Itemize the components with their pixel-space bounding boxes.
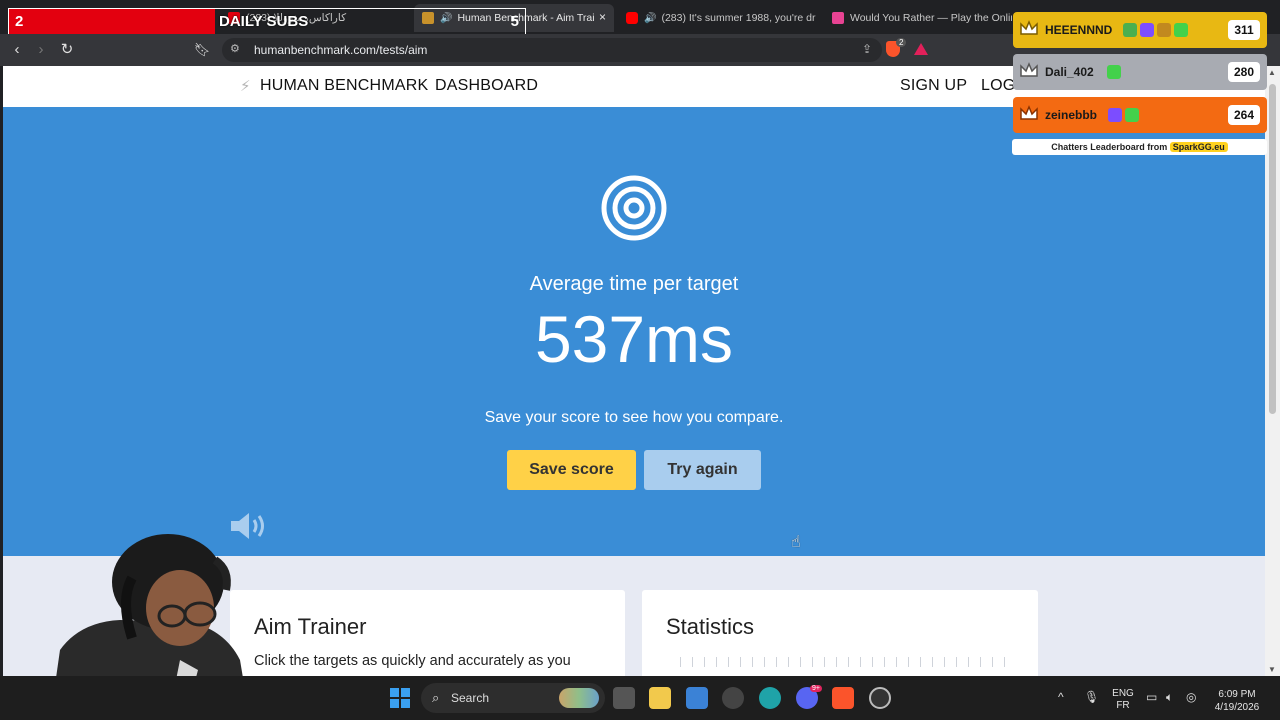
leaderboard-badges xyxy=(1108,108,1139,122)
tab-label: (283) It's summer 1988, you're dr xyxy=(661,12,816,24)
tab-would-you-rather[interactable]: Would You Rather — Play the Online xyxy=(832,4,1012,32)
page-scrollbar[interactable]: ▲ ▼ xyxy=(1265,66,1280,676)
card-title: Statistics xyxy=(666,614,755,639)
clock-date: 4/19/2026 xyxy=(1214,702,1260,713)
subs-goal-count: 5 xyxy=(510,13,519,30)
leaderboard-score: 264 xyxy=(1228,105,1260,125)
clock-time: 6:09 PM xyxy=(1218,689,1256,700)
scrollbar-thumb[interactable] xyxy=(1269,84,1276,414)
language-primary: ENG xyxy=(1112,688,1134,699)
badge-icon xyxy=(1140,23,1154,37)
badge-icon xyxy=(1107,65,1121,79)
volume-icon[interactable]: 🔈︎ xyxy=(1166,690,1173,705)
statistics-card: Statistics xyxy=(642,590,1038,676)
language-secondary: FR xyxy=(1116,700,1130,711)
test-result-panel: Average time per target 537ms Save your … xyxy=(3,107,1265,556)
reload-icon[interactable]: ↻ xyxy=(57,40,77,60)
badge-icon xyxy=(1174,23,1188,37)
crown-icon xyxy=(1020,62,1038,77)
search-highlight-image xyxy=(559,688,599,708)
leaderboard-row: Dali_402 280 xyxy=(1013,54,1267,90)
subs-progress-bar xyxy=(9,9,215,35)
leaderboard-footer: Chatters Leaderboard from SparkGG.eu xyxy=(1012,139,1267,155)
discord-notification-badge: 9+ xyxy=(810,685,822,692)
windows-start-icon[interactable] xyxy=(389,687,411,709)
task-view-icon[interactable] xyxy=(613,687,635,709)
nav-signup-link[interactable]: SIGN UP xyxy=(900,77,967,95)
taskbar-search[interactable]: ⌕ Search xyxy=(421,683,605,713)
forward-icon[interactable]: › xyxy=(31,40,51,60)
badge-icon xyxy=(1125,108,1139,122)
tab-label: Would You Rather — Play the Online xyxy=(850,12,1012,24)
speaker-icon: 🔊 xyxy=(644,12,657,24)
address-bar[interactable]: ⚙ humanbenchmark.com/tests/aim ⇪ xyxy=(222,38,882,62)
badge-icon xyxy=(1123,23,1137,37)
tab-summer-1988[interactable]: 🔊 (283) It's summer 1988, you're dr xyxy=(626,4,816,32)
leaderboard-row: HEEENNND 311 xyxy=(1013,12,1267,48)
gamepad-icon[interactable]: ◎ xyxy=(1186,690,1196,704)
search-placeholder: Search xyxy=(451,691,490,705)
app-circle-icon[interactable] xyxy=(869,687,891,709)
scroll-up-icon[interactable]: ▲ xyxy=(1268,68,1276,77)
nav-dashboard-link[interactable]: DASHBOARD xyxy=(435,77,538,95)
aim-trainer-card: Aim Trainer Click the targets as quickly… xyxy=(230,590,625,676)
language-indicator[interactable]: ENG FR xyxy=(1108,688,1138,712)
search-icon: ⌕ xyxy=(432,690,440,705)
edge-browser-icon[interactable] xyxy=(759,687,781,709)
daily-subs-overlay: 2 DAILY SUBS 5 xyxy=(8,8,526,36)
save-score-button[interactable]: Save score xyxy=(507,450,636,490)
target-icon xyxy=(601,175,667,241)
crown-icon xyxy=(1020,105,1038,120)
nav-brand-link[interactable]: HUMAN BENCHMARK xyxy=(260,77,428,95)
score-value: 537ms xyxy=(534,302,734,376)
site-info-icon[interactable]: ⚙ xyxy=(230,42,240,55)
badge-icon xyxy=(1157,23,1171,37)
close-tab-icon[interactable]: × xyxy=(599,10,606,24)
leaderboard-username: zeinebbb xyxy=(1045,108,1098,122)
leaderboard-row: zeinebbb 264 xyxy=(1013,97,1267,133)
back-icon[interactable]: ‹ xyxy=(7,40,27,60)
card-title: Aim Trainer xyxy=(254,614,367,639)
app-hexagon-icon[interactable] xyxy=(722,687,744,709)
microsoft-store-icon[interactable] xyxy=(686,687,708,709)
mouse-cursor-icon: ☝︎ xyxy=(791,534,801,551)
try-again-button[interactable]: Try again xyxy=(644,450,761,490)
lightning-logo-icon: ⚡︎ xyxy=(240,78,251,95)
leaderboard-brand: SparkGG.eu xyxy=(1169,142,1228,152)
leaderboard-badges xyxy=(1123,23,1188,37)
crown-icon xyxy=(1020,20,1038,35)
brave-browser-icon[interactable] xyxy=(832,687,854,709)
taskbar-clock[interactable]: 6:09 PM 4/19/2026 xyxy=(1206,688,1268,714)
scroll-down-icon[interactable]: ▼ xyxy=(1268,665,1276,674)
card-description: Click the targets as quickly and accurat… xyxy=(254,653,571,669)
youtube-favicon-icon xyxy=(626,12,638,24)
tray-expand-icon[interactable]: ^ xyxy=(1058,690,1064,704)
leaderboard-badges xyxy=(1107,65,1121,79)
microphone-icon[interactable]: 🎙︎ xyxy=(1084,690,1099,704)
share-icon[interactable]: ⇪ xyxy=(862,42,872,56)
subs-label: DAILY SUBS xyxy=(219,13,309,30)
leaderboard-score: 311 xyxy=(1228,20,1260,40)
leaderboard-footer-text: Chatters Leaderboard from xyxy=(1051,142,1168,152)
statistics-chart-ticks xyxy=(680,657,1010,667)
save-score-prompt: Save your score to see how you compare. xyxy=(484,409,784,426)
network-icon[interactable]: ▭ xyxy=(1146,690,1157,704)
bookmark-icon[interactable]: 🔖︎ xyxy=(192,40,212,60)
subs-current-count: 2 xyxy=(15,13,24,30)
average-time-label: Average time per target xyxy=(529,273,739,295)
file-explorer-icon[interactable] xyxy=(649,687,671,709)
would-you-rather-favicon-icon xyxy=(832,12,844,24)
windows-taskbar: ⌕ Search 9+ ^ 🎙︎ ▭ 🔈︎ ◎ xyxy=(0,676,1280,720)
leaderboard-score: 280 xyxy=(1228,62,1260,82)
badge-icon xyxy=(1108,108,1122,122)
leaderboard-username: Dali_402 xyxy=(1045,65,1094,79)
leaderboard-username: HEEENNND xyxy=(1045,23,1113,37)
url-text[interactable]: humanbenchmark.com/tests/aim xyxy=(254,43,427,57)
brave-rewards-icon[interactable] xyxy=(914,43,928,55)
